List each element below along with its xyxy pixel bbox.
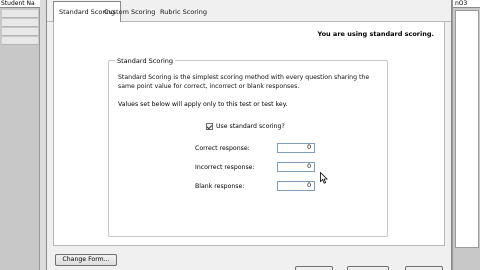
- student-row[interactable]: [2, 37, 38, 45]
- footer-button-1[interactable]: [295, 266, 333, 270]
- scoring-dialog: Standard Scoring Custom Scoring Rubric S…: [46, 0, 452, 270]
- blank-response-field[interactable]: 0: [277, 181, 315, 191]
- incorrect-response-label: Incorrect response:: [195, 164, 255, 171]
- footer-button-3[interactable]: [405, 266, 443, 270]
- group-note: Values set below will apply only to this…: [118, 101, 288, 108]
- correct-response-field[interactable]: 0: [277, 143, 315, 153]
- footer-button-2[interactable]: [347, 266, 389, 270]
- change-form-button[interactable]: Change Form...: [55, 254, 117, 266]
- mouse-pointer-icon: [320, 172, 328, 184]
- dialog-footer: Change Form...: [47, 246, 451, 270]
- standard-scoring-group: Standard Scoring Standard Scoring is the…: [108, 57, 388, 237]
- tab-strip: Standard Scoring Custom Scoring Rubric S…: [47, 0, 451, 22]
- student-row[interactable]: [2, 28, 38, 36]
- student-name-column-header[interactable]: Student Na: [0, 0, 40, 8]
- student-list-column: Student Na: [0, 0, 40, 270]
- right-column: nO3: [452, 0, 480, 270]
- student-row[interactable]: [2, 19, 38, 27]
- student-row[interactable]: [2, 10, 38, 18]
- group-title: Standard Scoring: [115, 57, 176, 65]
- incorrect-response-field[interactable]: 0: [277, 162, 315, 172]
- scoring-status-message: You are using standard scoring.: [317, 30, 434, 38]
- blank-response-label: Blank response:: [195, 183, 245, 190]
- correct-response-label: Correct response:: [195, 145, 250, 152]
- use-standard-scoring-row[interactable]: Use standard scoring?: [206, 123, 285, 130]
- right-column-header[interactable]: nO3: [453, 0, 480, 8]
- standard-scoring-panel: You are using standard scoring. Standard…: [53, 22, 445, 246]
- tab-rubric-scoring[interactable]: Rubric Scoring: [155, 3, 212, 21]
- use-standard-scoring-checkbox[interactable]: [206, 123, 213, 130]
- use-standard-scoring-label: Use standard scoring?: [216, 123, 285, 130]
- right-column-cell: [455, 10, 479, 248]
- tab-custom-scoring[interactable]: Custom Scoring: [99, 3, 160, 21]
- group-description: Standard Scoring is the simplest scoring…: [118, 74, 370, 90]
